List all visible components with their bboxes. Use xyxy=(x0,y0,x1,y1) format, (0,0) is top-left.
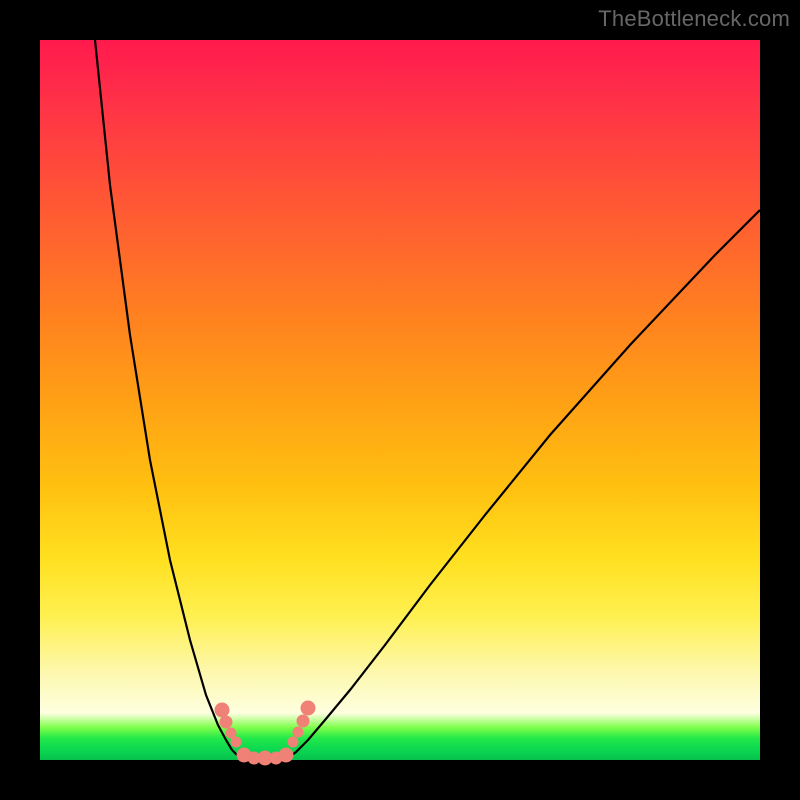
data-marker xyxy=(226,728,236,738)
curve-left xyxy=(95,40,242,758)
curve-right xyxy=(288,210,760,758)
watermark-text: TheBottleneck.com xyxy=(598,6,790,32)
chart-svg xyxy=(40,40,760,760)
outer-frame: TheBottleneck.com xyxy=(0,0,800,800)
data-marker xyxy=(231,737,241,747)
markers-group xyxy=(215,701,315,765)
data-marker xyxy=(293,727,303,737)
data-marker xyxy=(288,737,298,747)
data-marker xyxy=(279,748,293,762)
data-marker xyxy=(301,701,315,715)
plot-area xyxy=(40,40,760,760)
data-marker xyxy=(215,703,229,717)
data-marker xyxy=(297,715,309,727)
data-marker xyxy=(220,716,232,728)
